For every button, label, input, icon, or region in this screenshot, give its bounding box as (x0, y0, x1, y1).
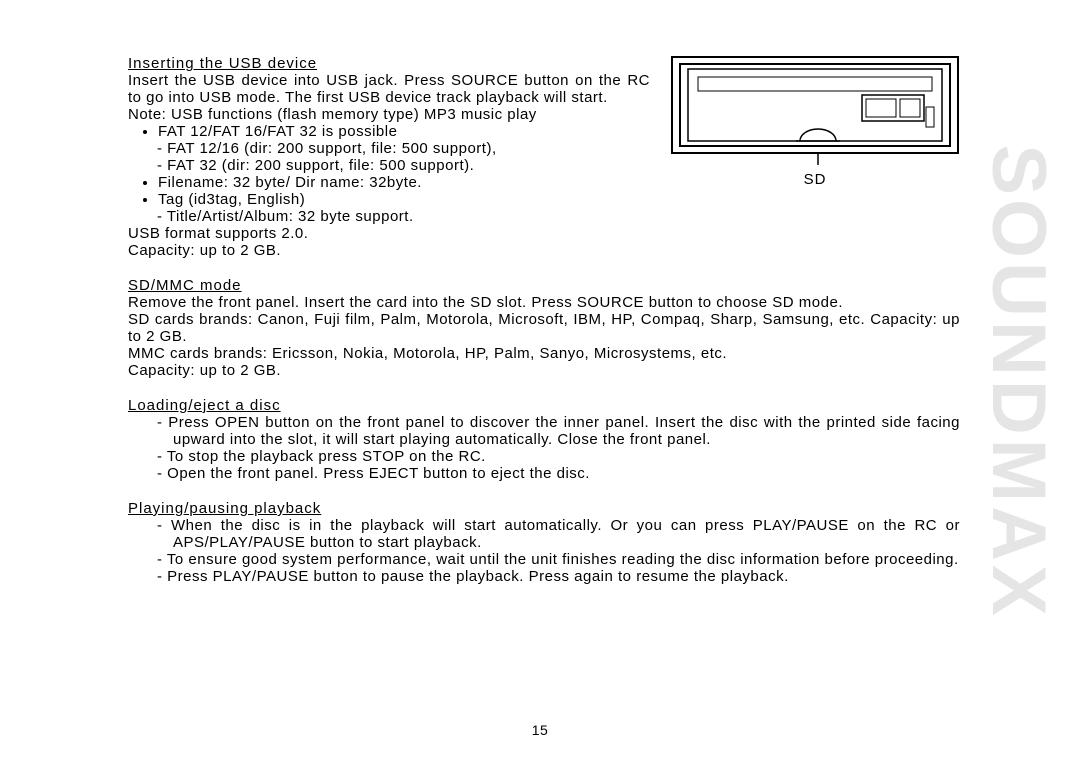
usb-dash: Title/Artist/Album: 32 byte support. (143, 208, 960, 225)
sd-p: SD cards brands: Canon, Fuji film, Palm,… (128, 311, 960, 345)
sd-slot-label: SD (670, 171, 960, 188)
usb-bullet: Tag (id3tag, English) (158, 191, 960, 208)
sd-p: MMC cards brands: Ericsson, Nokia, Motor… (128, 345, 960, 362)
sd-p: Capacity: up to 2 GB. (128, 362, 960, 379)
section-usb: SD Inserting the USB device Insert the U… (128, 55, 960, 259)
load-item: To stop the playback press STOP on the R… (143, 448, 960, 465)
page-number: 15 (0, 722, 1080, 738)
manual-page: SOUNDMAX (0, 0, 1080, 763)
section-load: Loading/eject a disc Press OPEN button o… (128, 397, 960, 482)
play-item: Press PLAY/PAUSE button to pause the pla… (143, 568, 960, 585)
play-item: When the disc is in the playback will st… (143, 517, 960, 551)
load-item: Open the front panel. Press EJECT button… (143, 465, 960, 482)
usb-outro: Capacity: up to 2 GB. (128, 242, 960, 259)
play-item: To ensure good system performance, wait … (143, 551, 960, 568)
brand-watermark: SOUNDMAX (975, 144, 1062, 619)
device-svg (670, 55, 960, 165)
play-title: Playing/pausing playback (128, 500, 960, 517)
device-illustration: SD (670, 55, 960, 188)
load-item: Press OPEN button on the front panel to … (143, 414, 960, 448)
sd-title: SD/MMC mode (128, 277, 960, 294)
sd-p: Remove the front panel. Insert the card … (128, 294, 960, 311)
load-title: Loading/eject a disc (128, 397, 960, 414)
usb-outro: USB format supports 2.0. (128, 225, 960, 242)
section-sd: SD/MMC mode Remove the front panel. Inse… (128, 277, 960, 379)
section-play: Playing/pausing playback When the disc i… (128, 500, 960, 585)
